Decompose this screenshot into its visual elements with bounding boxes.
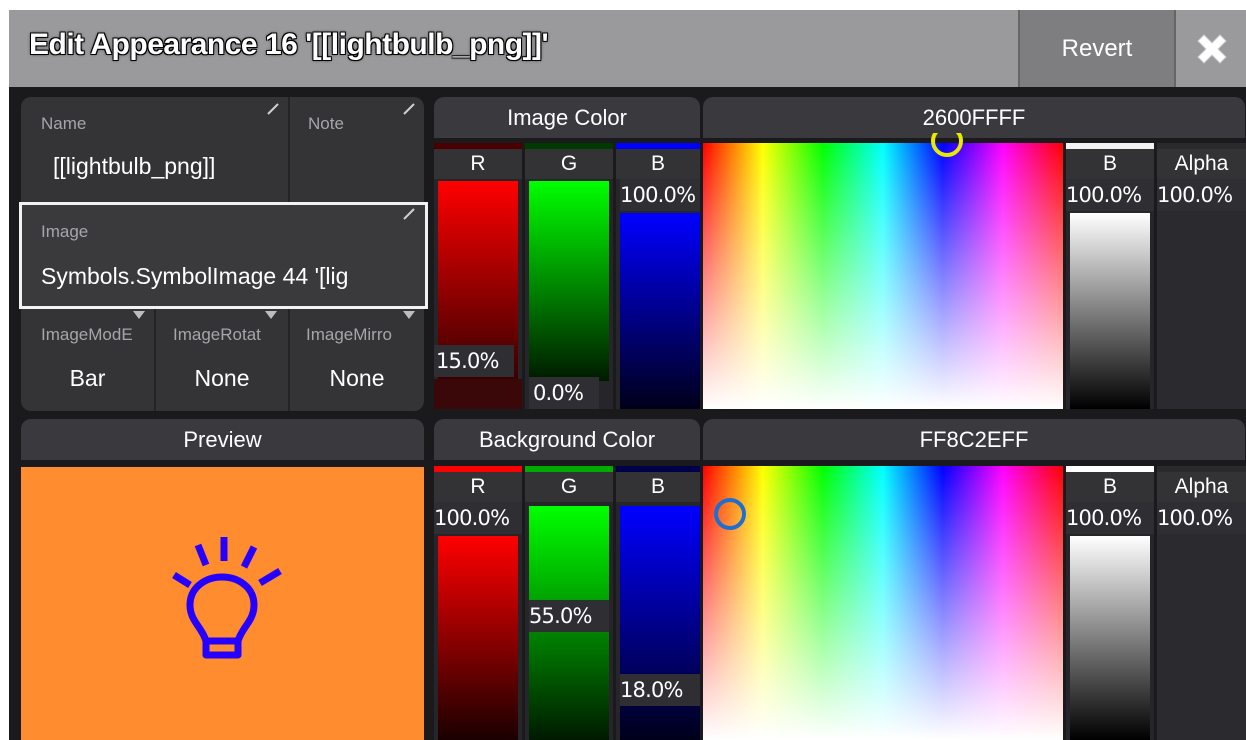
note-field[interactable]: Note <box>290 97 424 205</box>
background-color-g-fader[interactable]: G 55.0% <box>525 466 613 740</box>
background-color-alpha-fader[interactable]: Alpha 100.0% <box>1157 466 1246 740</box>
name-value: [[lightbulb_png]] <box>53 153 216 179</box>
dropdown-arrow-icon <box>133 311 145 319</box>
revert-button[interactable]: Revert <box>1018 10 1176 87</box>
image-color-b-fader[interactable]: B 100.0% <box>616 143 700 409</box>
alpha-label: Alpha <box>1157 149 1246 179</box>
image-mirror-value: None <box>329 365 385 391</box>
background-color-r-fader[interactable]: R 100.0% <box>434 466 522 740</box>
background-color-hex[interactable]: FF8C2EFF <box>703 419 1245 460</box>
fader-fill <box>529 181 609 381</box>
image-field[interactable]: Image Symbols.SymbolImage 44 '[lig <box>19 202 428 309</box>
image-color-alpha-fader[interactable]: Alpha 100.0% <box>1157 143 1246 409</box>
image-mode-selector[interactable]: ImageModE Bar <box>21 309 154 411</box>
edit-corner-icon <box>403 208 415 220</box>
image-rotation-selector[interactable]: ImageRotat None <box>156 309 288 411</box>
note-label: Note <box>308 114 344 133</box>
alpha-label: Alpha <box>1157 472 1246 502</box>
image-label: Image <box>41 222 89 241</box>
preview-area <box>21 467 424 740</box>
channel-label-b: B <box>616 149 700 179</box>
image-color-brightness-fader[interactable]: B 100.0% <box>1066 143 1154 409</box>
image-color-hex[interactable]: 2600FFFF <box>703 97 1245 138</box>
channel-value-r: 100.0% <box>434 502 522 534</box>
name-label: Name <box>41 114 87 133</box>
image-rotation-value: None <box>194 365 250 391</box>
image-value: Symbols.SymbolImage 44 '[lig <box>41 263 349 289</box>
properties-panel: Name [[lightbulb_png]] Note Image Symbol… <box>19 97 428 411</box>
image-mirror-label: ImageMirro <box>306 325 392 344</box>
fader-fill <box>1070 536 1150 740</box>
brightness-label: B <box>1066 149 1154 179</box>
fader-fill <box>620 213 700 409</box>
color-picker-marker[interactable] <box>712 496 748 532</box>
title-bar[interactable]: Edit Appearance 16 '[[lightbulb_png]]' R… <box>9 10 1246 87</box>
image-mirror-selector[interactable]: ImageMirro None <box>290 309 424 411</box>
color-picker-marker[interactable] <box>930 133 964 159</box>
channel-label-g: G <box>525 149 613 179</box>
fader-fill <box>1070 213 1150 409</box>
channel-value-b: 18.0% <box>620 674 700 706</box>
channel-value-r: 15.0% <box>434 345 514 377</box>
image-color-g-fader[interactable]: G 0.0% <box>525 143 613 409</box>
fader-level <box>434 379 522 409</box>
edit-corner-icon <box>267 103 279 115</box>
close-button[interactable] <box>1178 10 1246 87</box>
image-mode-value: Bar <box>69 365 106 391</box>
channel-label-b: B <box>616 472 700 502</box>
channel-label-g: G <box>525 472 613 502</box>
lightbulb-icon <box>171 536 282 658</box>
channel-value-g: 0.0% <box>529 377 599 409</box>
close-icon <box>1197 33 1227 64</box>
image-color-r-fader[interactable]: R 15.0% <box>434 143 522 409</box>
fader-track <box>1157 502 1246 740</box>
background-color-spectrum[interactable] <box>703 466 1063 740</box>
brightness-value: 100.0% <box>1066 179 1154 211</box>
channel-value-g: 55.0% <box>529 600 609 632</box>
image-rotation-label: ImageRotat <box>173 325 261 344</box>
image-color-spectrum[interactable] <box>703 133 1063 409</box>
edit-appearance-window: Edit Appearance 16 '[[lightbulb_png]]' R… <box>9 10 1246 740</box>
background-color-brightness-fader[interactable]: B 100.0% <box>1066 466 1154 740</box>
brightness-label: B <box>1066 472 1154 502</box>
image-color-header: Image Color <box>434 97 700 138</box>
alpha-value: 100.0% <box>1157 179 1246 211</box>
channel-value-b: 100.0% <box>620 179 700 211</box>
channel-label-r: R <box>434 472 522 502</box>
alpha-value: 100.0% <box>1157 502 1246 534</box>
channel-label-r: R <box>434 149 522 179</box>
brightness-value: 100.0% <box>1066 502 1154 534</box>
fader-track <box>1157 179 1246 409</box>
background-color-header: Background Color <box>434 419 700 460</box>
preview-header: Preview <box>21 419 424 460</box>
dropdown-arrow-icon <box>403 311 415 319</box>
image-mode-label: ImageModE <box>41 325 133 344</box>
background-color-b-fader[interactable]: B 18.0% <box>616 466 700 740</box>
edit-corner-icon <box>403 103 415 115</box>
fader-fill <box>438 536 518 740</box>
name-field[interactable]: Name [[lightbulb_png]] <box>21 97 288 205</box>
dropdown-arrow-icon <box>265 311 277 319</box>
window-title: Edit Appearance 16 '[[lightbulb_png]]' <box>29 28 549 61</box>
